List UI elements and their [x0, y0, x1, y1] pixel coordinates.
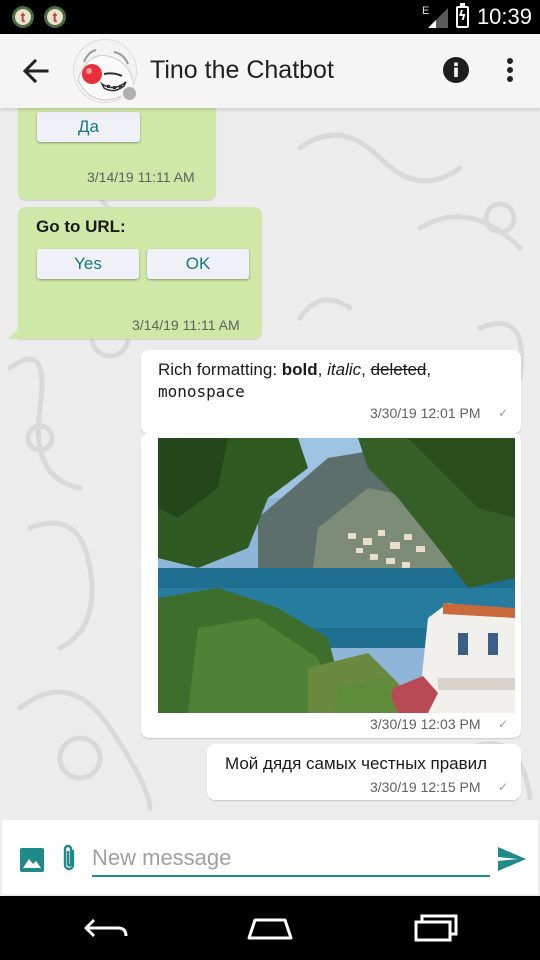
text-italic: italic [327, 360, 362, 379]
message-text: Rich formatting: bold, italic, deleted, [158, 360, 431, 380]
text-sep: , [426, 360, 432, 379]
system-nav-bar [0, 896, 540, 960]
message-bubble-incoming: Go to URL: Yes OK 3/14/19 11:11 AM [18, 207, 262, 339]
chat-title: Tino the Chatbot [150, 56, 334, 84]
notification-letter: t [15, 9, 31, 25]
button-yes[interactable]: Yes [37, 249, 139, 279]
message-title: Go to URL: [36, 217, 126, 236]
nav-recents-icon[interactable] [410, 910, 460, 946]
signal-icon: E [422, 5, 448, 28]
text-deleted: deleted [370, 360, 427, 379]
composer [0, 818, 540, 896]
nav-back-icon[interactable] [82, 910, 130, 946]
text-bold: bold [281, 360, 318, 379]
battery-charging-icon: ϟ [455, 3, 469, 28]
message-time: 3/30/19 12:03 PM [370, 716, 481, 732]
button-da[interactable]: Да [37, 112, 140, 142]
delivered-check-icon: ✓ [498, 717, 509, 731]
delivered-check-icon: ✓ [498, 406, 509, 420]
nav-home-icon[interactable] [245, 910, 295, 946]
text-plain: Rich formatting: [158, 360, 282, 379]
message-bubble-outgoing: Rich formatting: bold, italic, deleted, … [141, 350, 521, 434]
arrow-left-icon[interactable] [18, 53, 54, 89]
tinode-notification-icon: t [44, 6, 66, 28]
message-time: 3/30/19 12:01 PM [370, 405, 481, 421]
message-image[interactable] [158, 438, 515, 713]
message-bubble-incoming: Да 3/14/19 11:11 AM [18, 108, 216, 200]
presence-indicator [121, 85, 138, 102]
message-time: 3/14/19 11:11 AM [132, 317, 240, 333]
bubble-tail [8, 326, 22, 339]
send-icon[interactable] [496, 844, 528, 874]
image-icon[interactable] [19, 847, 45, 873]
paperclip-icon[interactable] [58, 844, 80, 874]
status-bar: t t E ϟ 10:39 [0, 0, 540, 34]
composer-card [2, 820, 538, 894]
message-time: 3/14/19 11:11 AM [87, 169, 195, 185]
tinode-notification-icon: t [12, 6, 34, 28]
text-monospace: monospace [158, 382, 245, 401]
app-bar: Tino the Chatbot [0, 34, 540, 108]
button-ok[interactable]: OK [147, 249, 249, 279]
message-bubble-outgoing: Мой дядя самых честных правил 3/30/19 12… [207, 744, 521, 800]
delivered-check-icon: ✓ [498, 780, 509, 794]
message-list[interactable]: Да 3/14/19 11:11 AM Go to URL: Yes OK 3/… [0, 108, 540, 818]
text-sep: , [317, 360, 328, 379]
notification-letter: t [47, 9, 63, 25]
message-time: 3/30/19 12:15 PM [370, 779, 481, 795]
text-sep: , [361, 360, 371, 379]
info-icon[interactable] [441, 55, 471, 85]
message-text: Мой дядя самых честных правил [225, 754, 488, 773]
more-vert-icon[interactable] [498, 54, 522, 86]
message-input[interactable] [92, 841, 490, 877]
status-time: 10:39 [476, 4, 532, 29]
